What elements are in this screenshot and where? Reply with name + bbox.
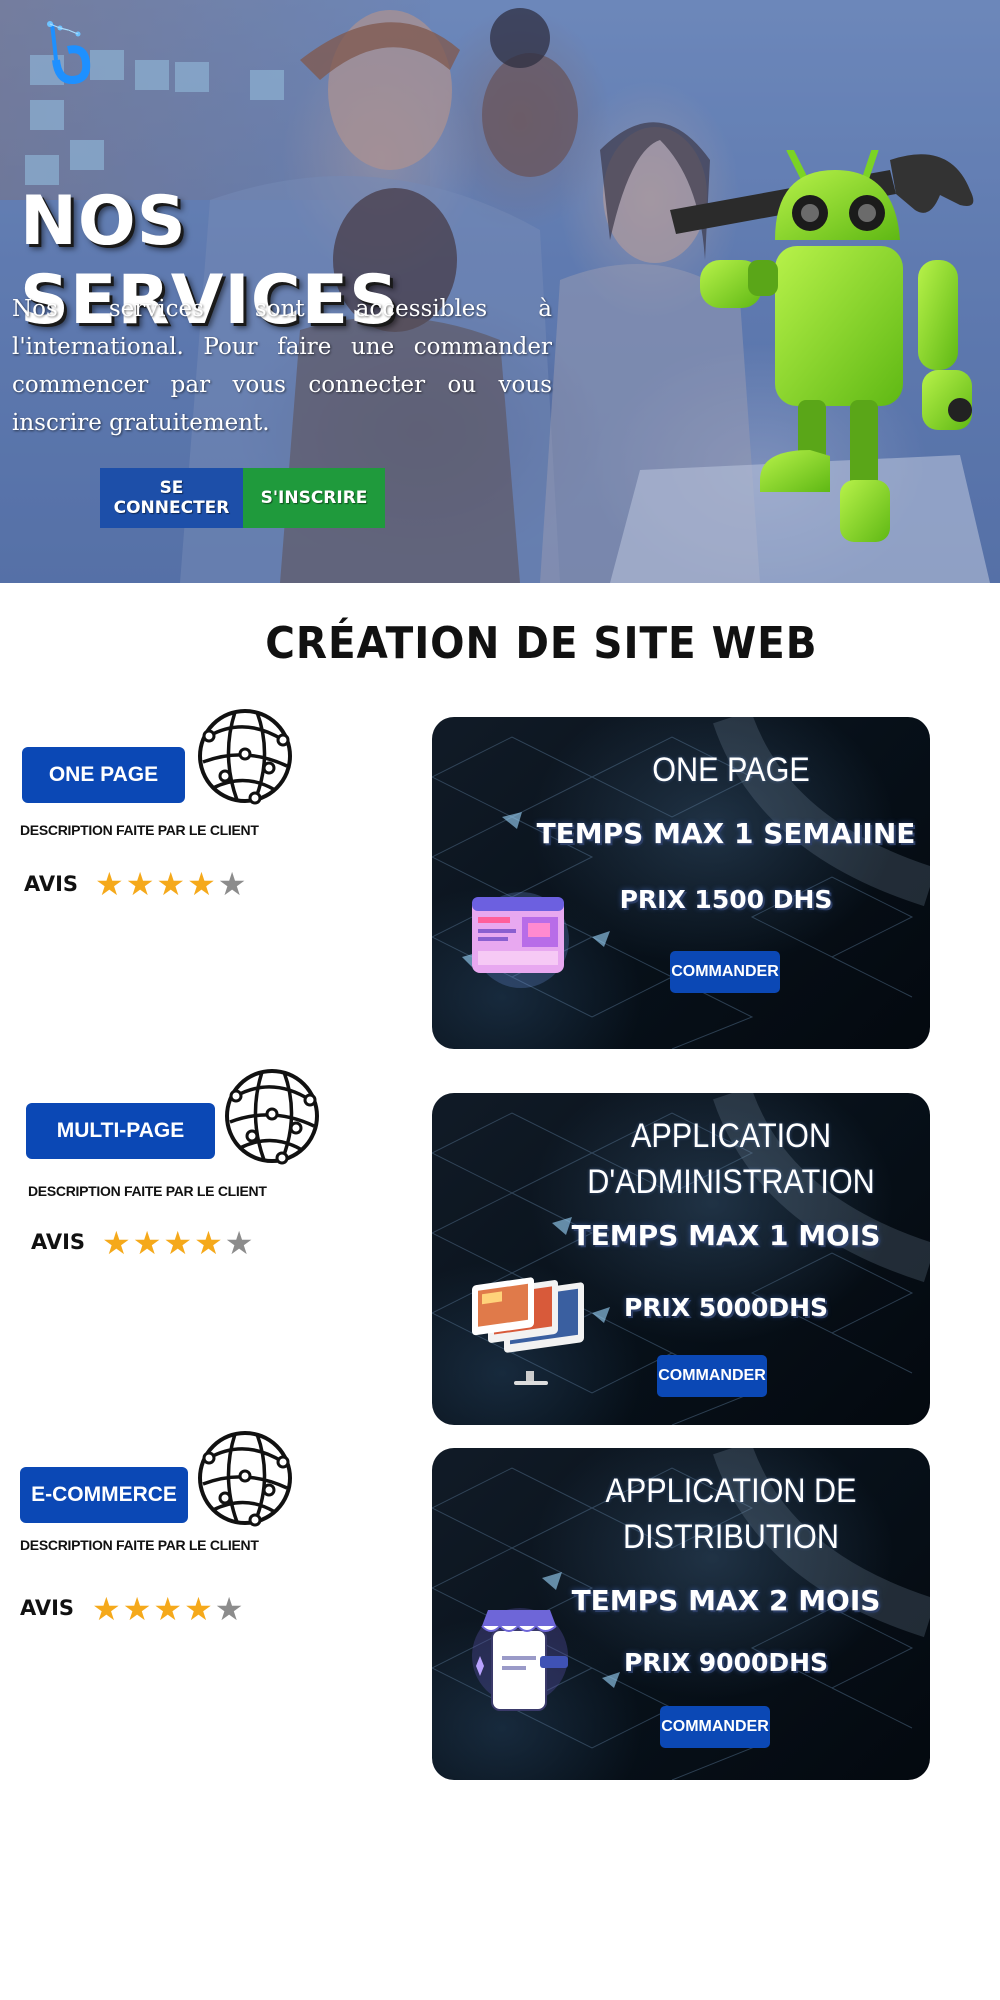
e-commerce-button[interactable]: E-COMMERCE: [20, 1467, 188, 1523]
card-time: TEMPS MAX 1 MOIS: [571, 1219, 881, 1252]
service-description: DESCRIPTION FAITE PAR LE CLIENT: [20, 1537, 259, 1553]
hero-auth-buttons: SE CONNECTER S'INSCRIRE: [100, 468, 385, 528]
avis-label: AVIS: [20, 1596, 75, 1620]
card-heading-line: APPLICATION: [630, 1117, 832, 1155]
android-robot-icon: [670, 150, 974, 542]
brand-logo-icon: [47, 21, 91, 85]
service-card-multi-page: APPLICATION D'ADMINISTRATION TEMPS MAX 1…: [432, 1093, 930, 1425]
globe-network-icon: [225, 1069, 319, 1165]
star-empty-icon: ★: [214, 1591, 244, 1627]
hero-section: NOS SERVICES Nos services sont accessibl…: [0, 0, 1000, 583]
star-icon: ★: [156, 866, 186, 902]
star-icon: ★: [92, 1591, 121, 1627]
card-time: TEMPS MAX 2 MOIS: [571, 1584, 881, 1617]
rating-stars: ★ ★ ★ ★ ★: [92, 1592, 243, 1626]
star-empty-icon: ★: [224, 1225, 254, 1261]
star-icon: ★: [132, 1225, 162, 1261]
star-icon: ★: [125, 866, 155, 902]
star-icon: ★: [102, 1225, 131, 1261]
card-heading-line: DISTRIBUTION: [623, 1518, 839, 1556]
rating-stars: ★ ★ ★ ★ ★: [102, 1226, 253, 1260]
multi-page-button[interactable]: MULTI-PAGE: [26, 1103, 215, 1159]
card-price: PRIX 9000DHS: [623, 1648, 829, 1677]
star-icon: ★: [184, 1591, 213, 1627]
service-card-one-page: ONE PAGE TEMPS MAX 1 SEMAIINE PRIX 1500 …: [432, 717, 930, 1049]
one-page-button[interactable]: ONE PAGE: [22, 747, 185, 803]
globe-network-icon: [198, 1431, 292, 1527]
order-button[interactable]: COMMANDER: [657, 1355, 767, 1397]
star-icon: ★: [194, 1225, 223, 1261]
card-price: PRIX 1500 DHS: [619, 885, 833, 914]
card-heading: APPLICATION D'ADMINISTRATION: [561, 1113, 901, 1205]
order-button[interactable]: COMMANDER: [660, 1706, 770, 1748]
service-card-e-commerce: APPLICATION DE DISTRIBUTION TEMPS MAX 2 …: [432, 1448, 930, 1780]
star-icon: ★: [187, 866, 216, 902]
star-icon: ★: [163, 1225, 193, 1261]
globe-network-icon: [198, 709, 292, 805]
service-description: DESCRIPTION FAITE PAR LE CLIENT: [28, 1183, 267, 1199]
card-heading-line: D'ADMINISTRATION: [587, 1163, 875, 1201]
card-heading: APPLICATION DE DISTRIBUTION: [561, 1468, 901, 1560]
rating-stars: ★ ★ ★ ★ ★: [95, 867, 246, 901]
star-empty-icon: ★: [217, 866, 247, 902]
card-heading-line: APPLICATION DE: [605, 1472, 857, 1510]
star-icon: ★: [153, 1591, 183, 1627]
star-icon: ★: [122, 1591, 152, 1627]
card-time: TEMPS MAX 1 SEMAIINE: [536, 817, 916, 850]
star-icon: ★: [95, 866, 124, 902]
card-heading: ONE PAGE: [652, 751, 810, 789]
website-mockup-icon: [472, 892, 569, 988]
hero-description: Nos services sont accessibles à l'intern…: [12, 296, 552, 436]
mobile-shop-icon: [472, 1608, 568, 1711]
avis-label: AVIS: [24, 872, 79, 896]
login-button[interactable]: SE CONNECTER: [100, 468, 243, 528]
service-description: DESCRIPTION FAITE PAR LE CLIENT: [20, 822, 259, 838]
order-button[interactable]: COMMANDER: [670, 951, 780, 993]
avis-label: AVIS: [31, 1230, 86, 1254]
monitor-screens-icon: [472, 1277, 584, 1385]
section-title: CRÉATION DE SITE WEB: [265, 618, 818, 669]
signup-button[interactable]: S'INSCRIRE: [243, 468, 385, 528]
